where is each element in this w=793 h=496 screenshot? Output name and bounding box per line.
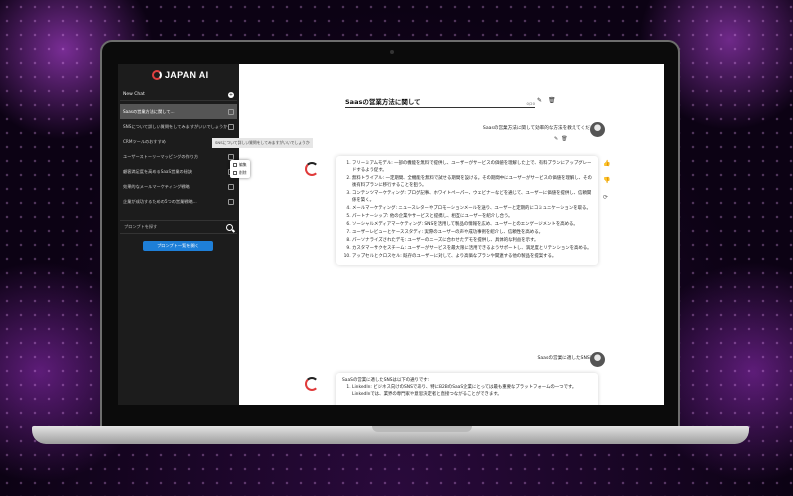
title-char-count: 0/20 — [526, 101, 535, 106]
assistant-message: SaaSの営業に適したSNSは以下の通りです: LinkedIn: ビジネス向け… — [336, 373, 598, 405]
thumbs-down-icon[interactable]: 👎 — [603, 177, 610, 184]
title-actions: ✎ 🗑 — [537, 97, 556, 104]
list-item: コンテンツマーケティング: ブログ記事、ホワイトペーパー、ウェビナーなどを通じて… — [352, 190, 592, 204]
chat-item-label: 顧客満足度を高めるSaaS営業の秘訣 — [123, 168, 193, 174]
list-item: パーソナライズされたデモ: ユーザーのニーズに合わせたデモを提供し、具体的な利益… — [352, 237, 592, 244]
prompt-search-input[interactable]: プロンプトを探す — [120, 220, 237, 234]
assistant-avatar — [305, 377, 319, 391]
chat-context-menu: 編集 削除 — [230, 160, 250, 178]
chat-history-item[interactable]: SNSについて詳しい質問をしてみますがいいでしょうか — [120, 119, 237, 134]
thumbs-up-icon[interactable]: 👍 — [603, 160, 610, 167]
chat-item-label: CRMツールのおすすめ — [123, 138, 166, 144]
list-item: フリーミアムモデル: 一部の機能を無料で提供し、ユーザーがサービスの価値を理解し… — [352, 160, 592, 174]
edit-icon[interactable]: ✎ — [537, 97, 542, 104]
list-item: メールマーケティング: ニュースレターやプロモーションメールを送り、ユーザーと定… — [352, 205, 592, 212]
assistant-message: フリーミアムモデル: 一部の機能を無料で提供し、ユーザーがサービスの価値を理解し… — [336, 156, 598, 265]
chat-history-item[interactable]: Saasの営業方法に関して... — [120, 104, 237, 119]
chat-item-label: ユーザーストーリーマッピングの作り方 — [123, 153, 199, 159]
chat-history-item[interactable]: 効果的なメールマーケティング戦略 — [120, 179, 237, 194]
user-message: Saasの営業に適したSNSは？ — [537, 356, 599, 361]
chat-history-list: Saasの営業方法に関して... SNSについて詳しい質問をしてみますがいいでし… — [120, 104, 237, 209]
more-icon[interactable] — [228, 183, 234, 190]
chat-item-label: 企業が成功するための5つの営業戦略... — [123, 198, 197, 204]
search-icon[interactable] — [226, 223, 233, 231]
laptop-base — [32, 426, 749, 444]
answer-list: LinkedIn: ビジネス向けのSNSであり、特にB2BのSaaS企業にとって… — [342, 384, 592, 398]
user-avatar — [590, 352, 605, 367]
sidebar: JAPAN AI New Chat + Saasの営業方法に関して... SNS… — [118, 64, 239, 405]
chat-item-label: 効果的なメールマーケティング戦略 — [123, 183, 190, 189]
more-icon[interactable] — [228, 108, 234, 115]
list-item: LinkedIn: ビジネス向けのSNSであり、特にB2BのSaaS企業にとって… — [352, 384, 592, 398]
chat-item-label: SNSについて詳しい質問をしてみますがいいでしょうか — [123, 123, 228, 129]
user-message: Saasの営業方法に関して効率的な方法を教えてください — [482, 126, 599, 131]
new-chat-label: New Chat — [123, 92, 145, 97]
new-chat-button[interactable]: New Chat + — [120, 89, 237, 101]
list-item: 無料トライアル: 一定期間、全機能を無料で試せる期間を設ける。その期間中にユーザ… — [352, 175, 592, 189]
open-prompt-list-button[interactable]: プロンプト一覧を開く — [143, 241, 213, 251]
list-item: カスタマーサクセスチーム: ユーザーがサービスを最大限に活用できるようサポートし… — [352, 245, 592, 252]
plus-icon: + — [228, 91, 234, 98]
feedback-actions: 👍 👎 ⟳ — [603, 160, 610, 201]
list-item: パートナーシップ: 他の企業やサービスと提携し、相互にユーザーを紹介し合う。 — [352, 213, 592, 220]
list-item: アップセルとクロスセル: 既存のユーザーに対して、より高価なプランや関連する他の… — [352, 253, 592, 260]
chat-history-item[interactable]: 企業が成功するための5つの営業戦略... — [120, 194, 237, 209]
chat-title-tooltip: SNSについて詳しい質問をしてみますがいいでしょうか — [212, 138, 313, 148]
answer-list: フリーミアムモデル: 一部の機能を無料で提供し、ユーザーがサービスの価値を理解し… — [342, 160, 592, 260]
delete-menu-item[interactable]: 削除 — [230, 169, 250, 177]
user-message-actions: ✎ 🗑 — [554, 136, 568, 142]
more-icon[interactable] — [228, 123, 234, 130]
chat-item-label: Saasの営業方法に関して... — [123, 108, 175, 114]
laptop-notch — [372, 426, 472, 432]
chat-main: Saasの営業方法に関して 0/20 ✎ 🗑 Saasの営業方法に関して効率的な… — [239, 64, 664, 405]
more-icon[interactable] — [228, 198, 234, 205]
edit-icon[interactable]: ✎ — [554, 136, 558, 142]
chat-history-item[interactable]: 顧客満足度を高めるSaaS営業の秘訣 — [120, 164, 237, 179]
user-avatar — [590, 122, 605, 137]
pencil-icon — [233, 163, 237, 167]
trash-icon — [233, 171, 237, 175]
trash-icon[interactable]: 🗑 — [548, 97, 556, 104]
message-intro: SaaSの営業に適したSNSは以下の通りです: — [342, 378, 430, 383]
prompt-search-placeholder: プロンプトを探す — [124, 224, 158, 229]
list-item: ソーシャルメディアマーケティング: SNSを活用して製品の情報を広め、ユーザーと… — [352, 221, 592, 228]
more-icon[interactable] — [228, 153, 234, 160]
chat-title-field[interactable]: Saasの営業方法に関して 0/20 — [345, 96, 535, 108]
logo-icon — [152, 70, 162, 80]
list-item: ユーザーレビューとケーススタディ: 実際のユーザーの声や成功事例を紹介し、信頼性… — [352, 229, 592, 236]
brand-logo[interactable]: JAPAN AI — [152, 70, 208, 80]
page-title: Saasの営業方法に関して — [345, 98, 421, 106]
assistant-avatar — [305, 162, 319, 176]
camera — [390, 50, 394, 54]
chat-history-item[interactable]: ユーザーストーリーマッピングの作り方 — [120, 149, 237, 164]
brand-name: JAPAN AI — [165, 70, 209, 80]
trash-icon[interactable]: 🗑 — [561, 136, 567, 142]
refresh-icon[interactable]: ⟳ — [603, 194, 610, 201]
laptop-screen: JAPAN AI New Chat + Saasの営業方法に関して... SNS… — [118, 64, 664, 405]
edit-menu-item[interactable]: 編集 — [230, 161, 250, 169]
